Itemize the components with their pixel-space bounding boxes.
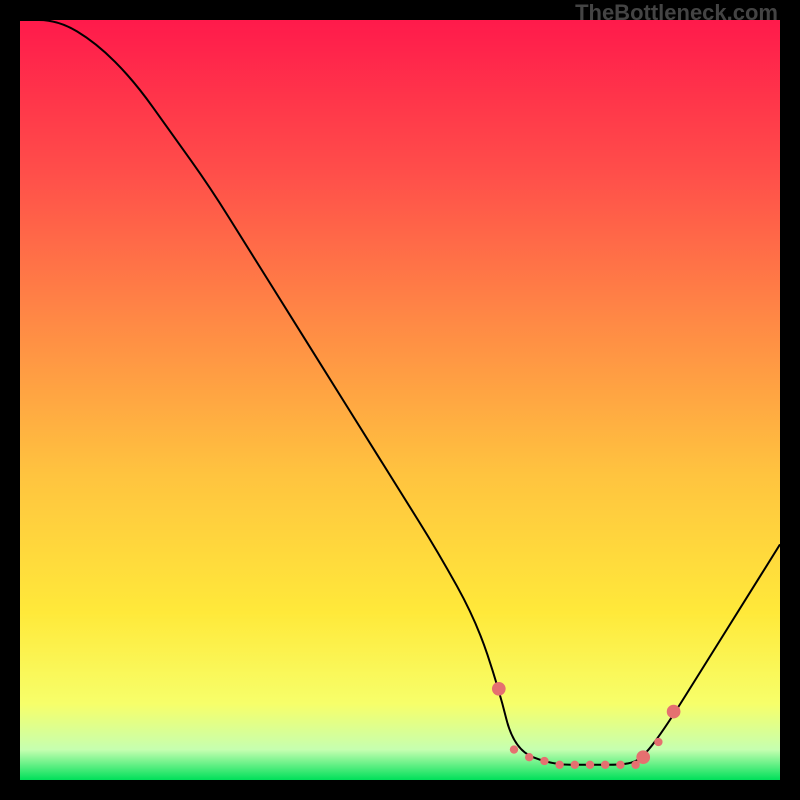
flat-marker-dot [540, 757, 548, 765]
flat-marker-dot [555, 761, 563, 769]
flat-marker-dot [510, 745, 518, 753]
flat-marker-dot [571, 761, 579, 769]
watermark-text: TheBottleneck.com [575, 0, 778, 26]
bottleneck-curve-svg [20, 20, 780, 780]
flat-marker-dot [601, 761, 609, 769]
flat-marker-dot [667, 705, 681, 719]
flat-region-markers [492, 682, 680, 769]
flat-marker-dot [586, 761, 594, 769]
flat-marker-dot [636, 750, 650, 764]
bottleneck-curve-line [20, 20, 780, 765]
flat-marker-dot [492, 682, 506, 696]
flat-marker-dot [654, 738, 662, 746]
flat-marker-dot [616, 761, 624, 769]
flat-marker-dot [525, 753, 533, 761]
chart-plot-area [20, 20, 780, 780]
